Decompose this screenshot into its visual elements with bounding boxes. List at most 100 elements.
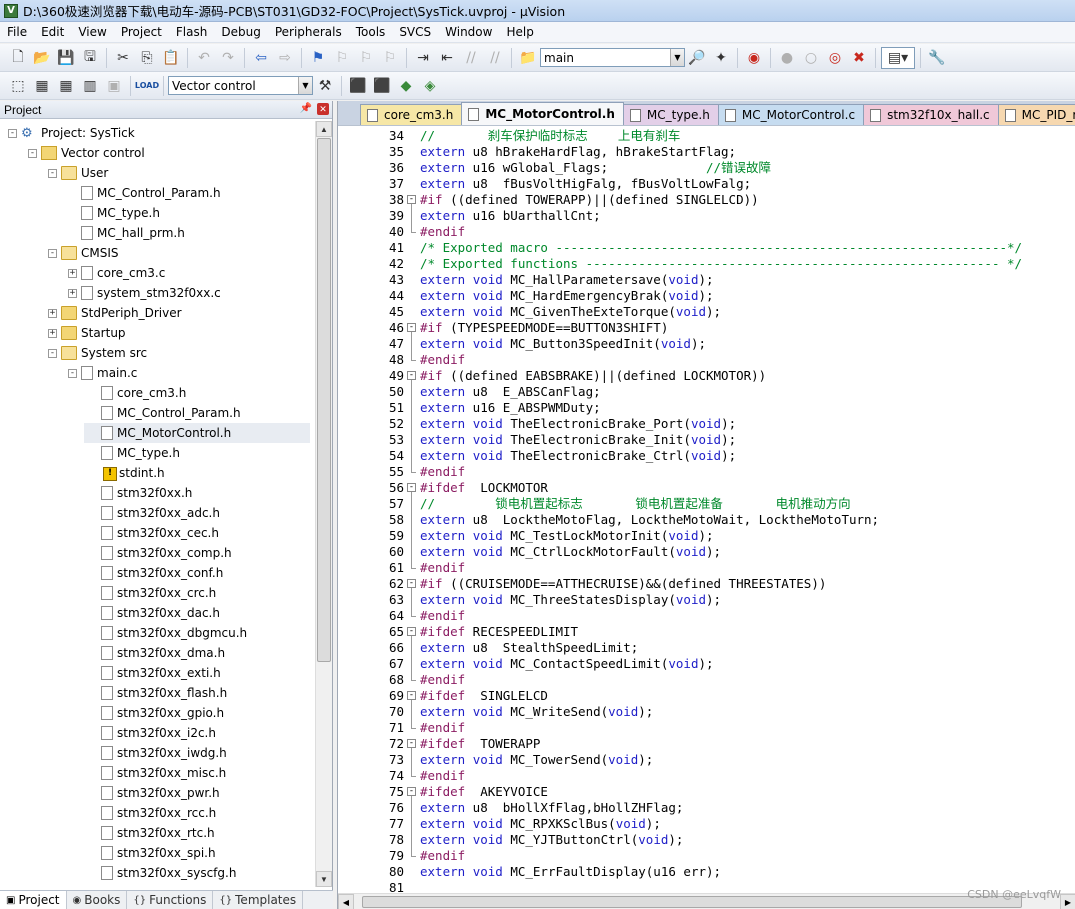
editor-tab[interactable]: MC_type.h: [622, 104, 719, 125]
build-icon[interactable]: ▦: [31, 75, 53, 97]
tree-item[interactable]: + Startup: [48, 323, 126, 343]
tree-item[interactable]: stm32f0xx_gpio.h: [88, 703, 224, 723]
comment-icon[interactable]: //: [460, 47, 482, 69]
menu-tools[interactable]: Tools: [349, 25, 393, 39]
tree-item[interactable]: MC_type.h: [88, 443, 180, 463]
paste-icon[interactable]: 📋: [160, 47, 182, 69]
tree-item[interactable]: stm32f0xx_rtc.h: [88, 823, 215, 843]
tree-item[interactable]: stm32f0xx_crc.h: [88, 583, 216, 603]
menu-window[interactable]: Window: [438, 25, 499, 39]
tree-item[interactable]: stm32f0xx_misc.h: [88, 763, 226, 783]
collapse-icon[interactable]: -: [28, 148, 37, 158]
new-file-icon[interactable]: 🗋: [7, 47, 29, 69]
rebuild-icon[interactable]: ▦: [55, 75, 77, 97]
navigate-forward-icon[interactable]: ⇨: [274, 47, 296, 69]
tree-item[interactable]: - main.c: [68, 363, 137, 383]
hscrollbar-thumb[interactable]: [362, 896, 1022, 908]
tree-item[interactable]: stm32f0xx_dac.h: [88, 603, 220, 623]
chevron-down-icon[interactable]: ▼: [670, 49, 684, 66]
breakpoint-icon[interactable]: ●: [776, 47, 798, 69]
tree-item[interactable]: stm32f0xx_dma.h: [88, 643, 225, 663]
tree-item[interactable]: stm32f0xx_syscfg.h: [88, 863, 236, 883]
collapse-icon[interactable]: -: [48, 168, 57, 178]
find-icon[interactable]: 🔎: [686, 47, 708, 69]
editor-tab[interactable]: MC_PID_regu: [997, 104, 1075, 125]
tree-scrollbar[interactable]: ▲ ▼: [315, 121, 332, 887]
fold-toggle-icon[interactable]: -: [407, 739, 416, 748]
menu-flash[interactable]: Flash: [169, 25, 214, 39]
tree-item[interactable]: stm32f0xx_adc.h: [88, 503, 220, 523]
scroll-right-icon[interactable]: ▶: [1060, 894, 1075, 909]
tree-item[interactable]: stm32f0xx_rcc.h: [88, 803, 216, 823]
fold-toggle-icon[interactable]: -: [407, 691, 416, 700]
menu-peripherals[interactable]: Peripherals: [268, 25, 349, 39]
collapse-icon[interactable]: -: [68, 368, 77, 378]
editor-hscrollbar[interactable]: ◀ ▶: [338, 893, 1075, 909]
scroll-up-icon[interactable]: ▲: [316, 121, 332, 137]
previous-bookmark-icon[interactable]: ⚐: [331, 47, 353, 69]
tree-item[interactable]: - User: [48, 163, 108, 183]
undo-icon[interactable]: ↶: [193, 47, 215, 69]
fold-toggle-icon[interactable]: -: [407, 323, 416, 332]
tree-item[interactable]: - CMSIS: [48, 243, 119, 263]
manage-rte-icon[interactable]: ◆: [395, 75, 417, 97]
expand-icon[interactable]: +: [48, 328, 57, 338]
tree-item[interactable]: MC_Control_Param.h: [88, 403, 241, 423]
next-bookmark-icon[interactable]: ⚐: [355, 47, 377, 69]
scrollbar-thumb[interactable]: [317, 138, 331, 662]
copy-icon[interactable]: ⎘: [136, 47, 158, 69]
find-in-files-icon[interactable]: 📁: [517, 47, 539, 69]
incremental-find-icon[interactable]: ✦: [710, 47, 732, 69]
scroll-left-icon[interactable]: ◀: [338, 894, 354, 909]
tree-item[interactable]: + system_stm32f0xx.c: [68, 283, 221, 303]
menu-file[interactable]: File: [0, 25, 34, 39]
menu-project[interactable]: Project: [114, 25, 169, 39]
tree-item[interactable]: stm32f0xx_exti.h: [88, 663, 221, 683]
scroll-down-icon[interactable]: ▼: [316, 871, 332, 887]
tree-item[interactable]: stm32f0xx_cec.h: [88, 523, 219, 543]
target-options-icon[interactable]: ⚒: [314, 75, 336, 97]
tree-item[interactable]: stm32f0xx_comp.h: [88, 543, 232, 563]
fold-toggle-icon[interactable]: -: [407, 483, 416, 492]
fold-toggle-icon[interactable]: -: [407, 371, 416, 380]
tree-item[interactable]: - Vector control: [28, 143, 145, 163]
stop-build-icon[interactable]: ▣: [103, 75, 125, 97]
configure-icon[interactable]: 🔧: [926, 47, 948, 69]
pin-icon[interactable]: 📌: [300, 103, 312, 114]
expand-icon[interactable]: +: [48, 308, 57, 318]
select-packs-icon[interactable]: ⬛: [371, 75, 393, 97]
window-layout-icon[interactable]: ▤▾: [881, 46, 915, 69]
tree-item[interactable]: stm32f0xx.h: [88, 483, 192, 503]
collapse-icon[interactable]: -: [8, 128, 17, 138]
pack-installer-icon[interactable]: ◈: [419, 75, 441, 97]
save-all-icon[interactable]: 🖫: [79, 47, 101, 69]
uncomment-icon[interactable]: //: [484, 47, 506, 69]
editor-tab[interactable]: stm32f10x_hall.c: [863, 104, 999, 125]
navigate-back-icon[interactable]: ⇦: [250, 47, 272, 69]
tab-books[interactable]: ◉ Books: [67, 891, 128, 909]
fold-toggle-icon[interactable]: -: [407, 627, 416, 636]
tree-item[interactable]: MC_Control_Param.h: [68, 183, 221, 203]
code-editor[interactable]: 34 35 36 37 38 39 40 41 42 43 44 45 46 47 48 49 50 51 52 53…: [338, 125, 1075, 893]
tree-item[interactable]: - System src: [48, 343, 147, 363]
tree-item[interactable]: MC_hall_prm.h: [68, 223, 185, 243]
tree-item[interactable]: stm32f0xx_dbgmcu.h: [88, 623, 247, 643]
fold-toggle-icon[interactable]: -: [407, 579, 416, 588]
tree-item[interactable]: stm32f0xx_pwr.h: [88, 783, 220, 803]
tab-templates[interactable]: {} Templates: [213, 891, 304, 909]
unindent-icon[interactable]: ⇤: [436, 47, 458, 69]
disable-breakpoint-icon[interactable]: ○: [800, 47, 822, 69]
collapse-icon[interactable]: -: [48, 348, 57, 358]
tree-item[interactable]: stm32f0xx_conf.h: [88, 563, 223, 583]
tree-item[interactable]: MC_MotorControl.h: [84, 423, 310, 443]
target-select[interactable]: Vector control ▼: [168, 76, 313, 95]
translate-icon[interactable]: ⬚: [7, 75, 29, 97]
fold-toggle-icon[interactable]: -: [407, 787, 416, 796]
tree-item[interactable]: stm32f0xx_i2c.h: [88, 723, 216, 743]
expand-icon[interactable]: +: [68, 288, 77, 298]
collapse-icon[interactable]: -: [48, 248, 57, 258]
menu-debug[interactable]: Debug: [214, 25, 267, 39]
editor-tab[interactable]: core_cm3.h: [360, 104, 463, 125]
load-icon[interactable]: LOAD: [135, 75, 159, 97]
tree-item[interactable]: + StdPeriph_Driver: [48, 303, 182, 323]
